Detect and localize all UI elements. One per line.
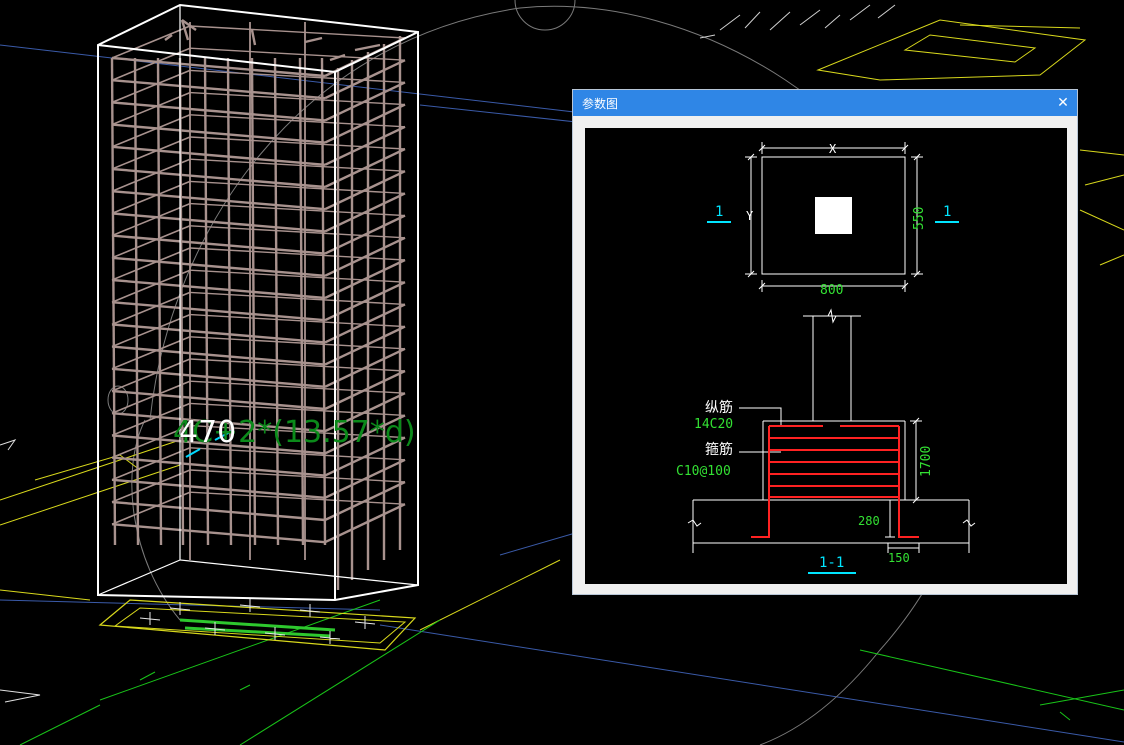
section-title: 1-1 [819,555,844,571]
cover-value: 150 [888,551,910,565]
rebar-segment [203,57,210,546]
diagram-svg: X Y 800 550 1 1 纵筋 14C20 箍筋 C10@100 1700… [676,142,976,574]
diagram-canvas: X Y 800 550 1 1 纵筋 14C20 箍筋 C10@100 1700… [585,128,1067,584]
corner-marks [0,439,41,703]
close-icon[interactable]: ✕ [1053,93,1073,113]
dimension-value[interactable]: 470 [179,415,236,451]
section-rebar [751,425,919,538]
rebar-segment [111,523,326,544]
rebar-segment [250,29,257,46]
rebar-segment [320,57,327,546]
dialog-title: 参数图 [582,97,619,111]
dimension-label[interactable]: 4C+2*(13.57*d) 470 [173,415,416,451]
dialog-titlebar[interactable]: 参数图 ✕ [573,90,1077,116]
longitudinal-rebar-label: 纵筋 [705,399,733,416]
longitudinal-rebar-value: 14C20 [694,417,733,432]
text-marks-upper-right [699,4,896,39]
rebar-cage-3d[interactable] [110,19,406,590]
footing-base [98,599,417,651]
plan-x-label: X [829,142,837,156]
plan-width-value: 800 [820,283,843,298]
stirrup-label: 箍筋 [705,441,733,458]
column-section-square [815,197,852,234]
rebar-segment [298,57,305,546]
rebar-segment [354,43,381,52]
parameter-diagram-dialog[interactable]: 参数图 ✕ X Y 800 550 1 1 纵筋 14C20 箍筋 C10@10… [572,89,1078,595]
section-mark-left: 1 [715,204,723,220]
plan-height-value: 550 [912,207,927,230]
rebar-segment [133,57,140,546]
rebar-segment [250,57,257,546]
embed-length-value: 280 [858,514,880,528]
stirrup-value: C10@100 [676,464,731,479]
plan-y-label: Y [746,209,754,223]
section-mark-right: 1 [943,204,951,220]
pedestal-height-value: 1700 [919,446,934,477]
rebar-segment [304,36,323,44]
